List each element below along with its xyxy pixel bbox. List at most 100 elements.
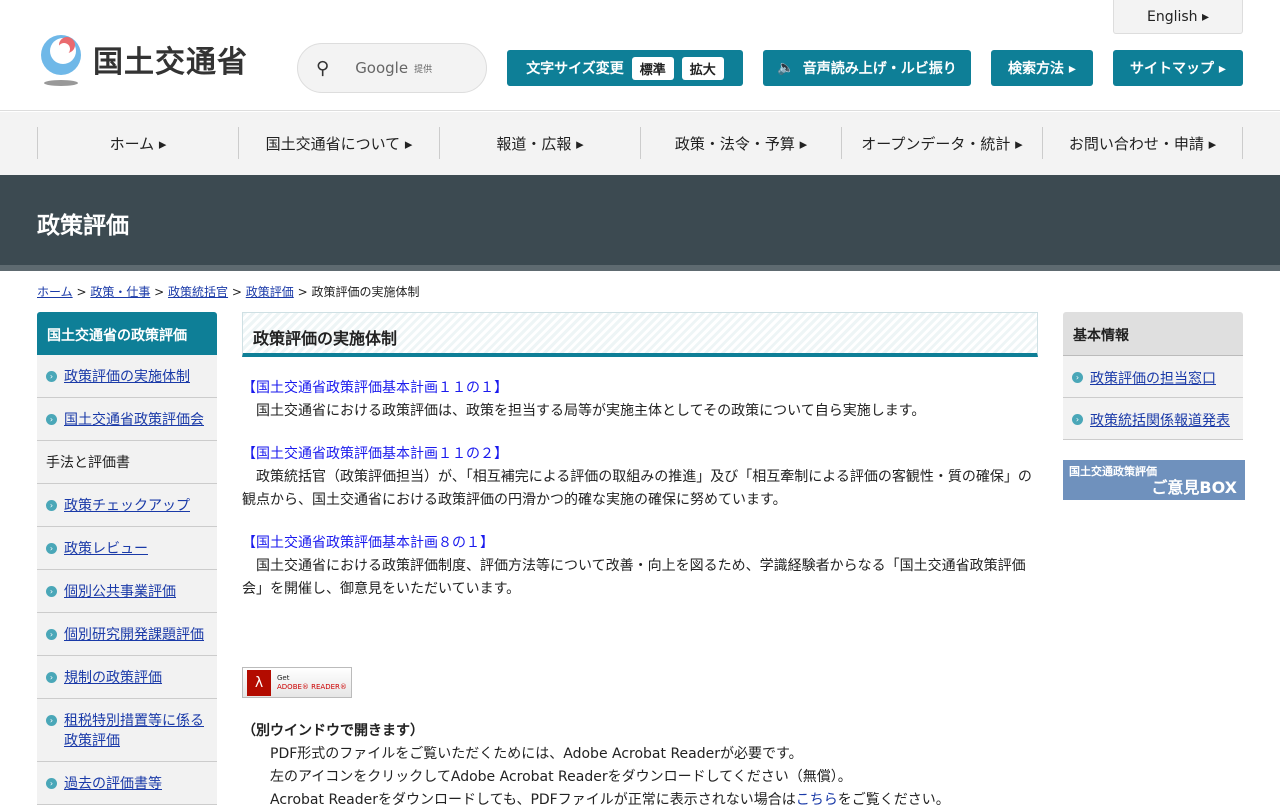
sidebar-item[interactable]: › 政策チェックアップ [37,484,217,527]
search-method-button[interactable]: 検索方法 ▸ [991,50,1093,86]
chevron-right-icon: › [46,778,57,789]
sidebar-item[interactable]: › 租税特別措置等に係る政策評価 [37,699,217,762]
right-link-label[interactable]: 政策評価の担当窓口 [1090,371,1216,387]
breadcrumb: ホーム > 政策・仕事 > 政策統括官 > 政策評価 > 政策評価の実施体制 [37,283,419,300]
breadcrumb-sep: > [150,285,169,299]
font-standard-button[interactable]: 標準 [631,56,674,80]
chevron-right-icon: › [46,414,57,425]
adobe-name: ADOBE® READER® [277,682,347,691]
plan-reference: 【国土交通省政策評価基本計画１１の２】 [242,446,508,462]
chevron-right-icon: › [1072,414,1083,425]
chevron-right-icon: › [46,500,57,511]
english-button[interactable]: English ▸ [1113,0,1243,34]
opinion-box-large: ご意見BOX [1151,478,1237,497]
sidebar-item[interactable]: › 個別研究開発課題評価 [37,613,217,656]
logo-text: 国土交通省 [93,45,248,80]
breadcrumb-evaluation[interactable]: 政策評価 [246,285,294,299]
search-provider: 提供 [414,64,433,75]
banner-divider [0,265,1280,271]
speech-label: 音声読み上げ・ルビ振り [802,61,957,77]
sidebar-item[interactable]: › 個別公共事業評価 [37,570,217,613]
left-sidebar: 国土交通省の政策評価 › 政策評価の実施体制 › 国土交通省政策評価会手法と評価書 › 政… [37,312,217,805]
breadcrumb-policy[interactable]: 政策・仕事 [90,285,150,299]
right-link-label[interactable]: 政策統括関係報道発表 [1090,413,1230,429]
chevron-right-icon: › [46,715,57,726]
chevron-right-icon: › [46,371,57,382]
adobe-logo-icon: λ [247,669,271,696]
search-label: Google [355,59,409,77]
sidebar-item-label[interactable]: 過去の評価書等 [64,776,162,792]
font-size-label: 文字サイズ変更 [526,61,624,77]
chevron-right-icon: › [1072,372,1083,383]
sidebar-item-label[interactable]: 規制の政策評価 [64,670,162,686]
pdf-help-link[interactable]: こちら [796,792,838,808]
breadcrumb-director[interactable]: 政策統括官 [168,285,228,299]
sidebar-item[interactable]: › 規制の政策評価 [37,656,217,699]
sidebar-item[interactable]: › 過去の評価書等 [37,762,217,805]
page-banner: 政策評価 [0,175,1280,265]
logo-mark-icon [37,33,85,86]
main-content: 政策評価の実施体制 【国土交通省政策評価基本計画１１の１】国土交通省における政策… [242,312,1038,808]
global-nav: ホーム ▸ 国土交通省について ▸ 報道・広報 ▸ 政策・法令・予算 ▸ オープ… [0,112,1280,175]
section-text: 国土交通省における政策評価制度、評価方法等について改善・向上を図るため、学識経験… [242,558,1026,597]
sitemap-button[interactable]: サイトマップ ▸ [1113,50,1243,86]
breadcrumb-current: 政策評価の実施体制 [311,285,420,299]
header: 国土交通省 ⚲ Google 提供 English ▸ 文字サイズ変更 標準 拡… [0,0,1280,111]
nav-about[interactable]: 国土交通省について ▸ [238,127,439,159]
speech-button[interactable]: 🔈 音声読み上げ・ルビ振り [763,50,971,86]
plan-reference: 【国土交通省政策評価基本計画１１の１】 [242,380,508,396]
sidebar-item: 手法と評価書 [37,441,217,484]
site-search[interactable]: ⚲ Google 提供 [297,43,487,93]
sidebar-item[interactable]: › 国土交通省政策評価会 [37,398,217,441]
content-section: 【国土交通省政策評価基本計画８の１】国土交通省における政策評価制度、評価方法等に… [242,532,1038,601]
content-section: 【国土交通省政策評価基本計画１１の２】 政策統括官（政策評価担当）が、「相互補完に… [242,443,1038,512]
pdf-note-line: 左のアイコンをクリックしてAdobe Acrobat Readerをダウンロード… [270,769,852,785]
opinion-box-small: 国土交通政策評価 [1069,465,1157,478]
sidebar-heading: 手法と評価書 [46,455,130,471]
sidebar-title: 国土交通省の政策評価 [37,312,217,355]
pdf-note-heading: （別ウインドウで開きます） [242,723,424,739]
page-title: 政策評価の実施体制 [242,312,1038,357]
sidebar-item-label[interactable]: 政策評価の実施体制 [64,369,190,385]
right-link-press[interactable]: › 政策統括関係報道発表 [1063,398,1243,440]
right-link-contact[interactable]: › 政策評価の担当窓口 [1063,356,1243,398]
nav-home[interactable]: ホーム ▸ [37,127,238,159]
sidebar-item-label[interactable]: 個別研究開発課題評価 [64,627,204,643]
speaker-icon: 🔈 [777,60,795,76]
breadcrumb-sep: > [72,285,91,299]
chevron-right-icon: › [46,543,57,554]
breadcrumb-sep: > [293,285,312,299]
nav-press[interactable]: 報道・広報 ▸ [439,127,640,159]
pdf-note-text: Acrobat Readerをダウンロードしても、PDFファイルが正常に表示され… [270,792,796,808]
nav-opendata[interactable]: オープンデータ・統計 ▸ [841,127,1042,159]
pdf-note-line: Acrobat Readerをダウンロードしても、PDFファイルが正常に表示され… [242,789,1042,812]
search-icon: ⚲ [316,57,330,79]
get-adobe-reader-button[interactable]: λ Get ADOBE® READER® [242,667,352,698]
font-size-control: 文字サイズ変更 標準 拡大 [507,50,743,86]
font-large-button[interactable]: 拡大 [681,56,724,80]
breadcrumb-home[interactable]: ホーム [37,285,73,299]
sidebar-item-label[interactable]: 政策チェックアップ [64,498,190,514]
mlit-logo[interactable]: 国土交通省 [37,33,248,86]
chevron-right-icon: › [46,586,57,597]
pdf-note-line: PDF形式のファイルをご覧いただくためには、Adobe Acrobat Read… [270,746,803,762]
pdf-note: （別ウインドウで開きます） PDF形式のファイルをご覧いただくためには、Adob… [242,720,1042,812]
sidebar-item-label[interactable]: 国土交通省政策評価会 [64,412,204,428]
content-section: 【国土交通省政策評価基本計画１１の１】国土交通省における政策評価は、政策を担当す… [242,377,1038,423]
sidebar-item-label[interactable]: 租税特別措置等に係る政策評価 [64,713,204,749]
sidebar-item[interactable]: › 政策レビュー [37,527,217,570]
adobe-get: Get [277,673,290,682]
basic-info-title: 基本情報 [1063,312,1243,356]
sidebar-item[interactable]: › 政策評価の実施体制 [37,355,217,398]
sidebar-item-label[interactable]: 個別公共事業評価 [64,584,176,600]
right-sidebar: 基本情報 › 政策評価の担当窓口 › 政策統括関係報道発表 国土交通政策評価 ご意見… [1063,312,1245,500]
nav-policy[interactable]: 政策・法令・予算 ▸ [640,127,841,159]
plan-reference: 【国土交通省政策評価基本計画８の１】 [242,535,494,551]
nav-contact[interactable]: お問い合わせ・申請 ▸ [1042,127,1243,159]
sidebar-item-label[interactable]: 政策レビュー [64,541,148,557]
section-text: 国土交通省における政策評価は、政策を担当する局等が実施主体としてその政策について… [256,403,926,419]
opinion-box-banner[interactable]: 国土交通政策評価 ご意見BOX [1063,460,1245,500]
chevron-right-icon: › [46,672,57,683]
breadcrumb-sep: > [228,285,246,299]
chevron-right-icon: › [46,629,57,640]
